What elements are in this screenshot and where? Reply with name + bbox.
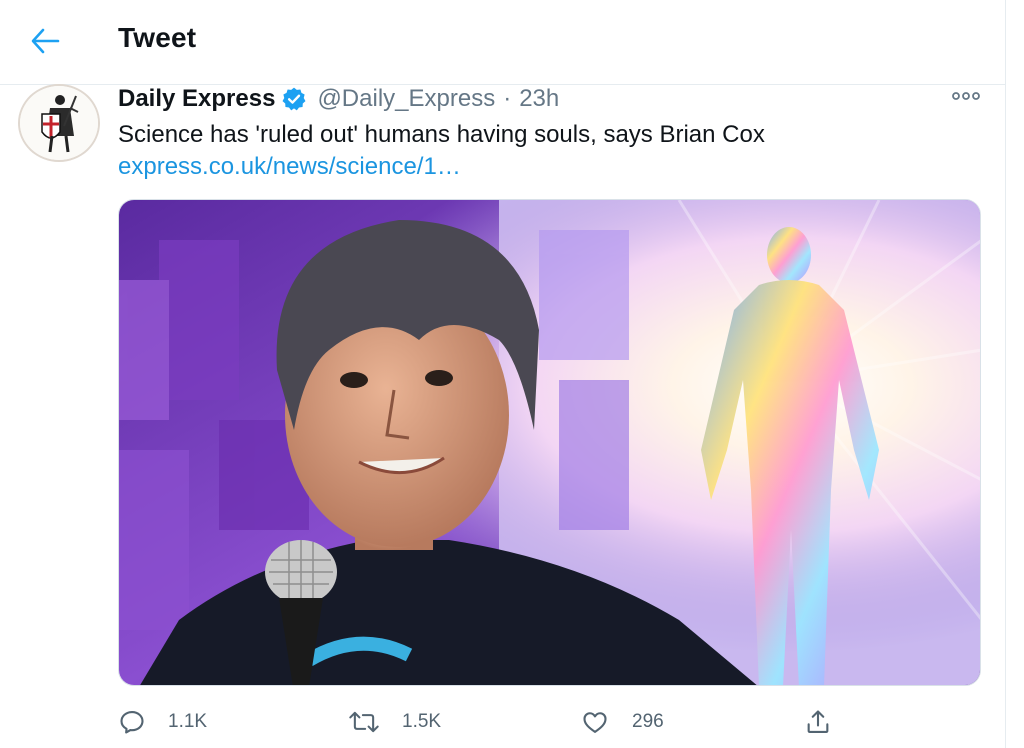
author-display-name[interactable]: Daily Express [118,85,275,113]
brian-cox-soul-illustration [119,200,980,685]
share-icon [807,710,829,733]
more-button[interactable] [948,84,984,108]
tweet-text: Science has 'ruled out' humans having so… [118,121,765,148]
tweet-page: Tweet Daily Express @Daily_Express · 23h… [0,0,1024,748]
avatar[interactable] [18,84,100,162]
page-header: Tweet [0,0,1005,85]
tweet-author-line: Daily Express @Daily_Express · 23h [118,84,559,114]
more-icon [952,92,980,100]
retweet-button[interactable]: 1.5K [348,700,441,744]
verified-badge-icon [281,86,307,112]
tweet-image[interactable] [118,199,981,686]
author-handle[interactable]: @Daily_Express [317,85,495,113]
retweet-count: 1.5K [402,711,442,732]
back-button[interactable] [22,18,68,64]
arrow-left-icon [31,28,60,54]
reply-icon [120,711,144,734]
crusader-logo-icon [20,86,98,160]
column-border [1005,0,1006,748]
like-icon [583,712,607,733]
share-button[interactable] [804,700,832,744]
tweet-actions: 1.1K 1.5K 296 [118,700,878,744]
like-count: 296 [632,711,664,732]
meta-separator: · [503,85,512,112]
tweet-timestamp[interactable]: 23h [519,85,559,113]
retweet-icon [349,711,379,733]
tweet-link[interactable]: express.co.uk/news/science/1… [118,153,461,181]
reply-count: 1.1K [168,711,208,732]
reply-button[interactable]: 1.1K [118,700,207,744]
like-button[interactable]: 296 [580,700,664,744]
page-title: Tweet [118,22,197,53]
